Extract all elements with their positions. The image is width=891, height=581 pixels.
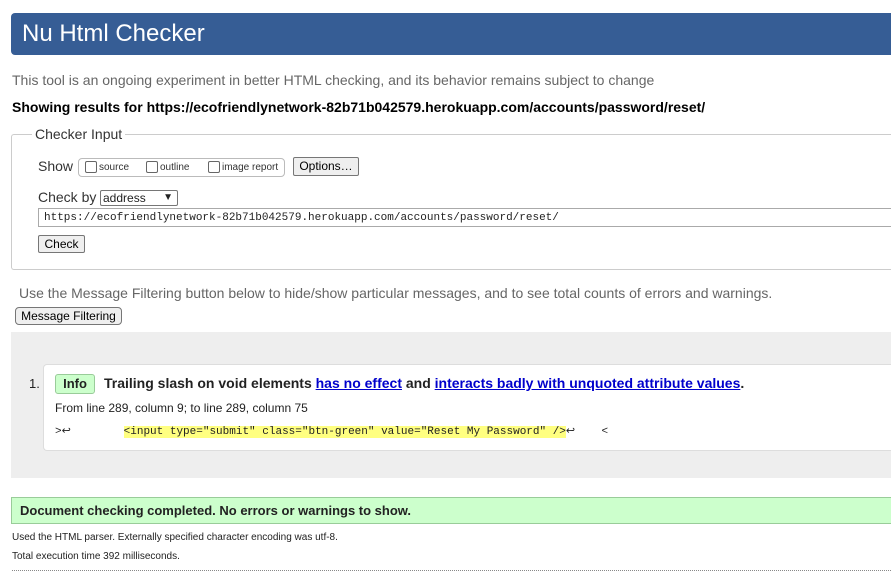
interacts-badly-link[interactable]: interacts badly with unquoted attribute … [435,375,741,391]
show-label: Show [38,158,74,174]
image-report-checkbox[interactable] [208,161,220,173]
message-text-end: . [740,375,745,391]
checker-input-legend: Checker Input [32,126,126,142]
message-text-mid: and [405,375,431,391]
check-by-value: address [103,191,146,205]
source-checkbox-label[interactable]: source [99,162,129,173]
message-location: From line 289, column 9; to line 289, co… [55,401,308,415]
extract-before: >↩ [55,426,124,438]
show-options-group: source outline image report [78,158,285,177]
execution-time: Total execution time 392 milliseconds. [12,551,180,562]
check-by-select[interactable]: address ▼ [100,190,178,206]
check-by-label: Check by [38,189,97,205]
source-checkbox[interactable] [85,161,97,173]
url-input[interactable]: https://ecofriendlynetwork-82b71b042579.… [38,208,891,227]
message-number: 1. [29,376,40,391]
parser-info: Used the HTML parser. Externally specifi… [12,532,338,543]
chevron-down-icon: ▼ [163,192,173,203]
page-title: Nu Html Checker [22,20,205,47]
tagline: This tool is an ongoing experiment in be… [12,72,655,88]
success-text: Document checking completed. No errors o… [20,503,412,518]
message-text: Trailing slash on void elements has no e… [104,375,744,391]
footer-divider [12,570,891,571]
check-button[interactable]: Check [38,235,85,253]
has-no-effect-link[interactable]: has no effect [316,375,402,391]
options-button[interactable]: Options… [293,157,359,176]
message-text-start: Trailing slash on void elements [104,375,312,391]
showing-results-text: Showing results for https://ecofriendlyn… [12,99,706,115]
filter-hint: Use the Message Filtering button below t… [19,285,773,301]
code-extract: >↩ <input type="submit" class="btn-green… [55,424,608,438]
extract-highlight: <input type="submit" class="btn-green" v… [123,426,566,438]
outline-checkbox[interactable] [146,161,158,173]
extract-after: ↩ < [565,426,609,438]
message-filtering-button[interactable]: Message Filtering [15,307,122,325]
success-banner: Document checking completed. No errors o… [11,497,891,524]
info-badge: Info [55,374,95,394]
image-report-checkbox-label[interactable]: image report [222,162,278,173]
page-header: Nu Html Checker [11,13,891,55]
outline-checkbox-label[interactable]: outline [160,162,189,173]
